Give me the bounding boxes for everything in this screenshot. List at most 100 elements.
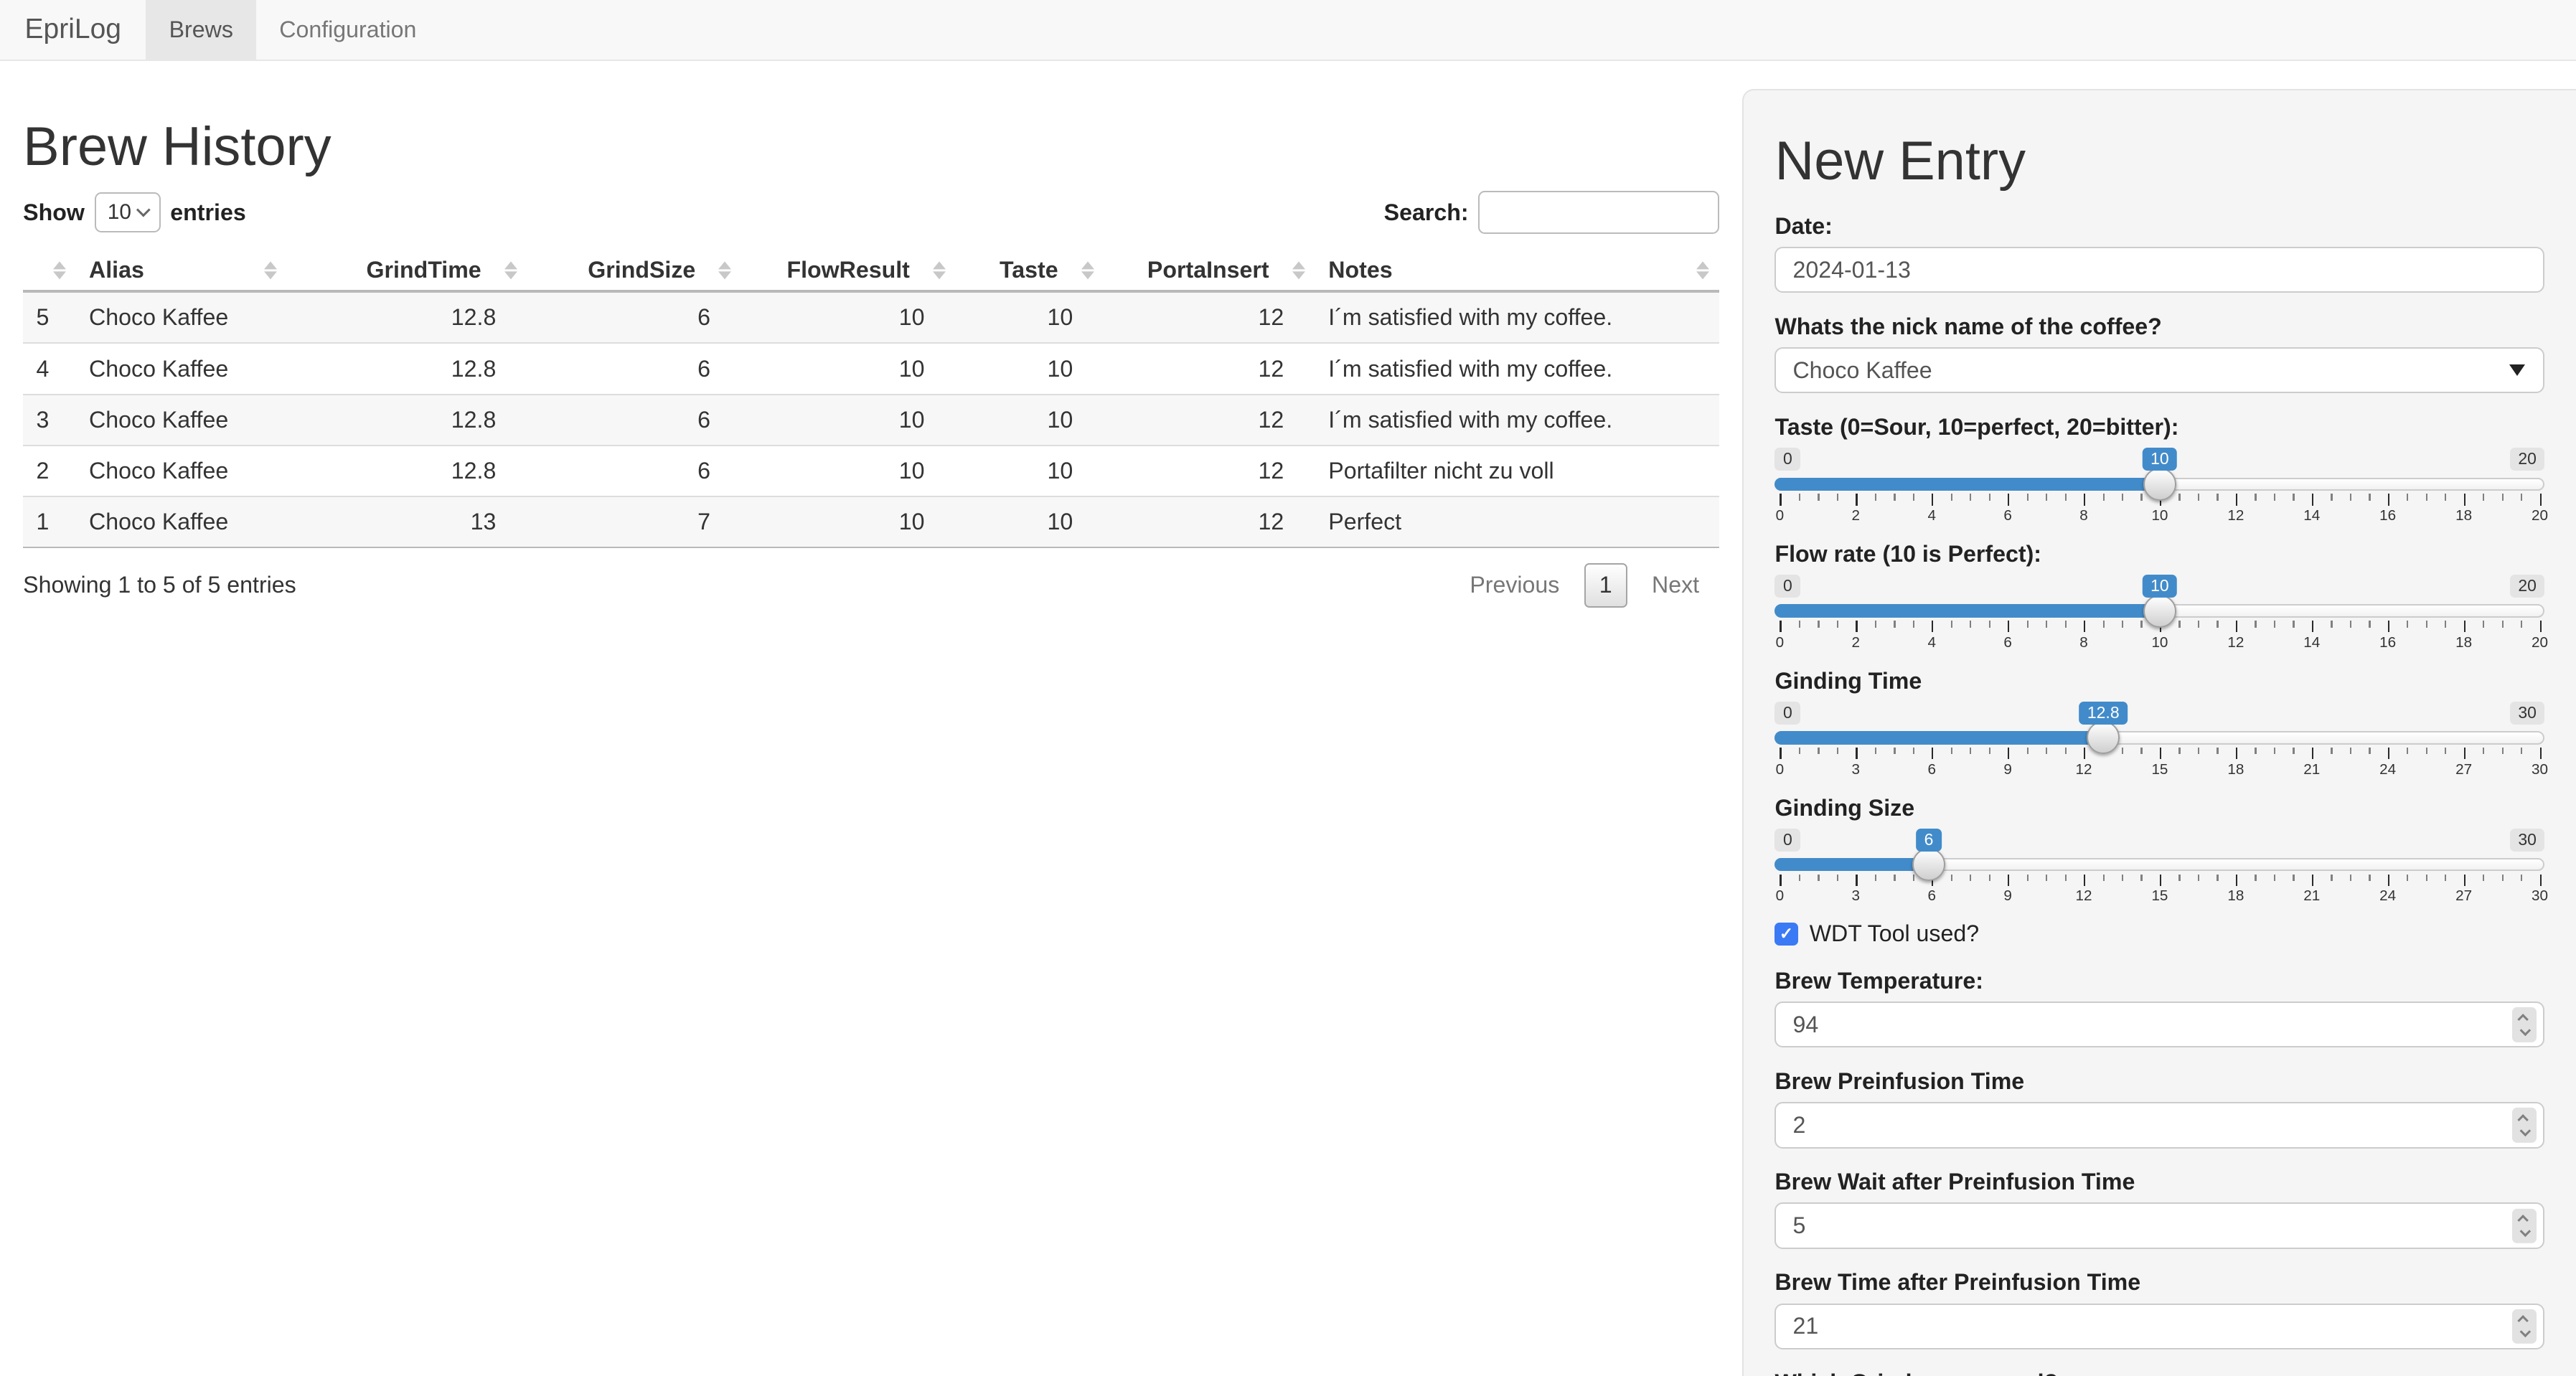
number-input-brew-temperature[interactable]: 94 xyxy=(1774,1002,2545,1048)
slider-label-grinding-size: Ginding Size xyxy=(1774,794,1915,821)
slider-tick xyxy=(1970,494,1972,501)
slider-tick xyxy=(2483,875,2485,882)
column-header-label: Taste xyxy=(1000,257,1058,283)
number-value: 5 xyxy=(1792,1212,1806,1239)
table-controls: Show 10 entries Search: xyxy=(23,191,1719,234)
slider-grinding-size[interactable]: 0 30 6 0 3 6 9 12 15 18 21 24 27 30 xyxy=(1774,828,2548,904)
column-header-Alias[interactable]: Alias xyxy=(75,250,287,293)
slider-taste[interactable]: 0 20 10 0 2 4 6 8 10 12 14 16 18 20 xyxy=(1774,448,2548,524)
pagination-previous[interactable]: Previous xyxy=(1470,572,1559,598)
number-input-brew-wait-after-preinfusion-time[interactable]: 5 xyxy=(1774,1202,2545,1249)
tab-brews[interactable]: Brews xyxy=(146,0,257,60)
slider-tick xyxy=(1780,748,1782,760)
slider-max-badge: 30 xyxy=(2509,828,2545,852)
table-cell: 6 xyxy=(527,445,742,497)
column-header-FlowResult[interactable]: FlowResult xyxy=(741,250,956,293)
slider-tick xyxy=(1818,748,1820,755)
slider-tick xyxy=(2311,621,2314,633)
slider-group-grinding-time: Ginding Time 0 30 12.8 0 3 6 9 12 15 18 21 24 27 30 xyxy=(1774,667,2548,778)
slider-tick xyxy=(2026,875,2029,882)
number-group-brew-temperature: Brew Temperature: 94 xyxy=(1774,967,2545,1048)
chevron-up-icon xyxy=(2517,1013,2529,1025)
slider-tick xyxy=(2140,621,2143,628)
slider-handle[interactable] xyxy=(1912,848,1946,882)
column-header-Notes[interactable]: Notes xyxy=(1315,250,1719,293)
table-cell: I´m satisfied with my coffee. xyxy=(1315,394,1719,446)
column-header-GrindTime[interactable]: GrindTime xyxy=(286,250,527,293)
slider-label-taste: Taste (0=Sour, 10=perfect, 20=bitter): xyxy=(1774,413,2179,440)
table-cell: 4 xyxy=(23,343,76,395)
slider-tick xyxy=(1818,494,1820,501)
chevron-up-icon xyxy=(2517,1113,2529,1126)
table-cell: 7 xyxy=(527,496,742,549)
number-input-brew-time-after-preinfusion-time[interactable]: 21 xyxy=(1774,1303,2545,1349)
slider-tick xyxy=(2102,875,2105,882)
date-input[interactable]: 2024-01-13 xyxy=(1774,246,2545,293)
slider-tick xyxy=(2046,494,2048,501)
search-input[interactable] xyxy=(1478,191,1719,234)
slider-tick xyxy=(1874,875,1877,882)
slider-tick-label: 12 xyxy=(2075,760,2092,778)
table-cell: 12 xyxy=(1104,496,1315,549)
slider-tick xyxy=(2311,748,2314,760)
app-brand[interactable]: EpriLog xyxy=(0,0,146,60)
slider-handle[interactable] xyxy=(2143,594,2176,628)
pagination-next[interactable]: Next xyxy=(1652,572,1699,598)
column-header-Taste[interactable]: Taste xyxy=(956,250,1104,293)
slider-tick xyxy=(2255,494,2257,501)
pagination-page-1[interactable]: 1 xyxy=(1584,562,1627,608)
slider-flow-rate[interactable]: 0 20 10 0 2 4 6 8 10 12 14 16 18 20 xyxy=(1774,575,2548,651)
slider-tick xyxy=(1894,621,1896,628)
slider-tick-label: 10 xyxy=(2151,633,2168,651)
tab-configuration[interactable]: Configuration xyxy=(256,0,440,60)
slider-fill xyxy=(1774,604,2160,618)
slider-tick xyxy=(2349,875,2352,882)
slider-tick xyxy=(2483,748,2485,755)
number-input-brew-preinfusion-time[interactable]: 2 xyxy=(1774,1102,2545,1149)
stepper-icon[interactable] xyxy=(2511,1208,2537,1243)
slider-tick-label: 3 xyxy=(1851,760,1861,778)
slider-tick xyxy=(2217,621,2219,628)
table-cell: I´m satisfied with my coffee. xyxy=(1315,291,1719,344)
slider-tick xyxy=(1988,494,1990,501)
slider-min-badge: 0 xyxy=(1774,701,1801,725)
slider-tick xyxy=(2178,875,2181,882)
slider-tick xyxy=(1912,875,1914,882)
column-header-PortaInsert[interactable]: PortaInsert xyxy=(1104,250,1315,293)
slider-tick-label: 18 xyxy=(2227,760,2244,778)
column-header-GrindSize[interactable]: GrindSize xyxy=(527,250,742,293)
wdt-label: WDT Tool used? xyxy=(1809,920,1980,947)
slider-tick-label: 16 xyxy=(2379,506,2397,524)
wdt-checkbox-row[interactable]: ✓ WDT Tool used? xyxy=(1774,920,2544,947)
number-group-brew-preinfusion-time: Brew Preinfusion Time 2 xyxy=(1774,1068,2545,1149)
slider-tick xyxy=(2331,494,2333,501)
slider-label-flow-rate: Flow rate (10 is Perfect): xyxy=(1774,540,2041,567)
slider-grinding-time[interactable]: 0 30 12.8 0 3 6 9 12 15 18 21 24 27 30 xyxy=(1774,701,2548,778)
slider-tick-label: 20 xyxy=(2532,633,2549,651)
table-cell: 12 xyxy=(1104,291,1315,344)
slider-tick xyxy=(2483,494,2485,501)
slider-handle[interactable] xyxy=(2143,467,2176,501)
number-group-brew-time-after-preinfusion-time: Brew Time after Preinfusion Time 21 xyxy=(1774,1268,2545,1349)
slider-tick-label: 0 xyxy=(1775,760,1785,778)
sort-icon xyxy=(718,260,732,280)
coffee-nickname-select[interactable]: Choco Kaffee xyxy=(1774,347,2545,394)
slider-tick-label: 9 xyxy=(2003,887,2012,905)
page-length-value: 10 xyxy=(107,200,131,225)
coffee-nickname-value: Choco Kaffee xyxy=(1792,357,1932,383)
slider-grid: 0 3 6 9 12 15 18 21 24 27 30 xyxy=(1776,748,2548,778)
slider-tick-label: 2 xyxy=(1851,506,1861,524)
chevron-up-icon xyxy=(2517,1314,2529,1327)
slider-tick-label: 24 xyxy=(2379,760,2397,778)
slider-tick-label: 4 xyxy=(1927,633,1936,651)
stepper-icon[interactable] xyxy=(2511,1108,2537,1143)
slider-tick xyxy=(2425,621,2427,628)
stepper-icon[interactable] xyxy=(2511,1007,2537,1042)
stepper-icon[interactable] xyxy=(2511,1309,2537,1344)
slider-handle[interactable] xyxy=(2087,721,2120,755)
column-header-index[interactable] xyxy=(23,250,76,293)
page-length-select[interactable]: 10 xyxy=(94,192,161,232)
wdt-checkbox[interactable]: ✓ xyxy=(1774,922,1798,946)
slider-tick xyxy=(2255,875,2257,882)
slider-tick xyxy=(2273,748,2276,755)
